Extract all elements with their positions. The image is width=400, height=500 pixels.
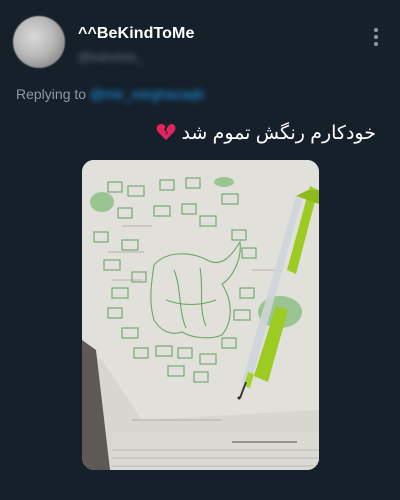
more-options-button[interactable] — [372, 28, 380, 48]
more-vertical-icon — [372, 28, 380, 46]
replying-to-line: Replying to @mir_mirghazaqh — [16, 86, 205, 102]
user-handle[interactable]: @kaineisis_ — [78, 50, 143, 64]
replying-handle-link[interactable]: @mir_mirghazaqh — [90, 86, 205, 102]
tweet-text-body: خودکارم رنگش تموم شد — [181, 123, 376, 144]
notebook-drawing-image — [82, 160, 319, 470]
replying-label: Replying to — [16, 86, 87, 102]
avatar[interactable] — [13, 16, 65, 68]
tweet-text: خودکارم رنگش تموم شد — [150, 122, 376, 147]
broken-heart-icon — [156, 123, 176, 147]
tweet-reply-view: ^^BeKindToMe @kaineisis_ Replying to @mir… — [0, 0, 400, 500]
display-name[interactable]: ^^BeKindToMe — [78, 25, 194, 43]
tweet-photo[interactable] — [82, 160, 319, 470]
